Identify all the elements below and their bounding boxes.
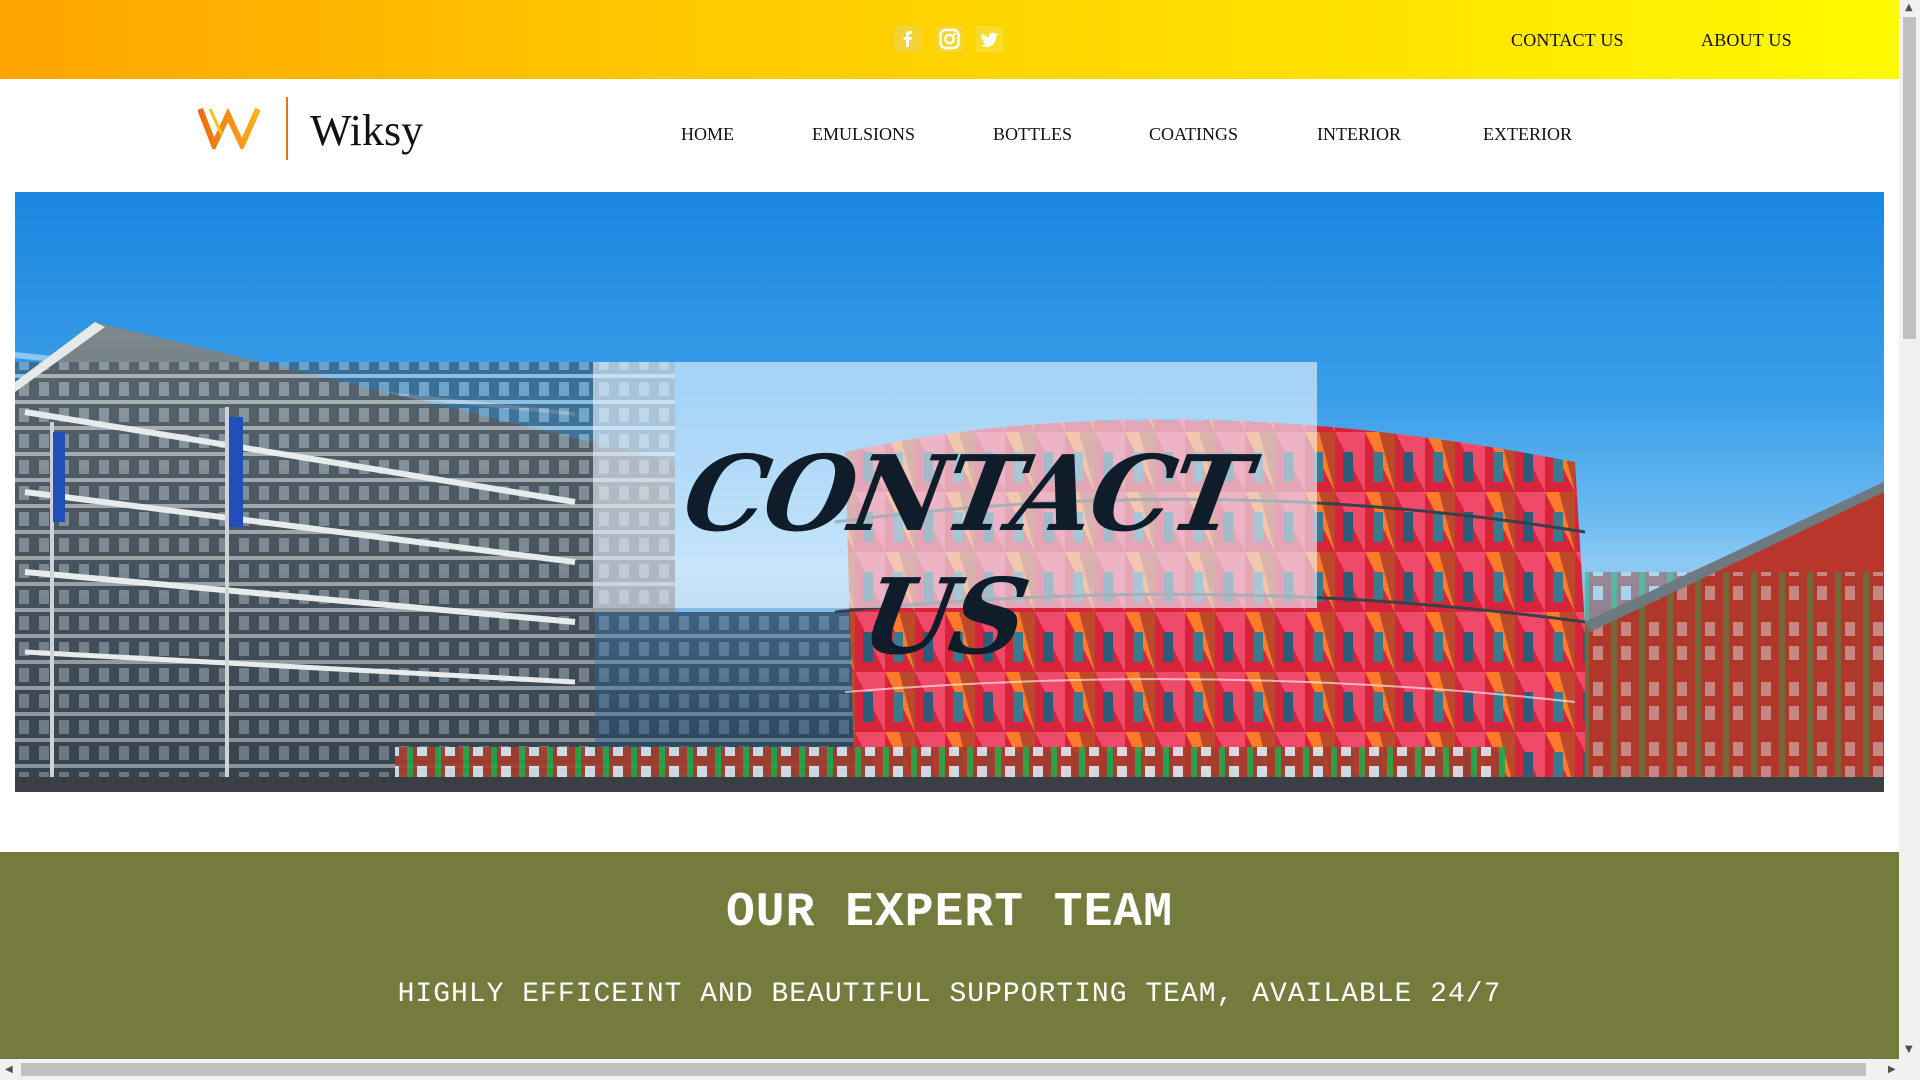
nav-bottles[interactable]: BOTTLES	[993, 124, 1072, 145]
vertical-scroll-thumb[interactable]	[1903, 17, 1916, 339]
logo[interactable]: Wiksy	[198, 97, 428, 161]
team-subtitle: HIGHLY EFFICEINT AND BEAUTIFUL SUPPORTIN…	[397, 979, 1502, 1010]
scroll-down-arrow-icon[interactable]: ▼	[1905, 1045, 1913, 1055]
horizontal-scroll-thumb[interactable]	[21, 1063, 1866, 1076]
nav-emulsions[interactable]: EMULSIONS	[812, 124, 915, 145]
nav-home[interactable]: HOME	[681, 124, 734, 145]
logo-w-icon	[198, 107, 261, 149]
hero-title-box: CONTACT US	[593, 362, 1317, 678]
page: CONTACT US ABOUT US Wiksy HOME EMULSIONS…	[0, 0, 1899, 1059]
twitter-icon[interactable]	[976, 26, 1003, 52]
scroll-up-arrow-icon[interactable]: ▲	[1905, 3, 1913, 13]
instagram-icon[interactable]	[936, 26, 963, 52]
team-section: OUR EXPERT TEAM HIGHLY EFFICEINT AND BEA…	[0, 852, 1899, 1059]
nav-interior[interactable]: INTERIOR	[1317, 124, 1401, 145]
nav-exterior[interactable]: EXTERIOR	[1483, 124, 1572, 145]
logo-divider	[286, 97, 288, 160]
facebook-icon[interactable]	[894, 26, 921, 52]
scroll-right-arrow-icon[interactable]: ▶	[1888, 1065, 1896, 1075]
contact-us-link[interactable]: CONTACT US	[1511, 30, 1624, 51]
nav-coatings[interactable]: COATINGS	[1149, 124, 1238, 145]
brand-name: Wiksy	[310, 106, 424, 155]
hero-banner: CONTACT US	[15, 192, 1884, 792]
scroll-left-arrow-icon[interactable]: ◀	[5, 1065, 13, 1075]
hero-title: CONTACT US	[675, 432, 1257, 678]
about-us-link[interactable]: ABOUT US	[1701, 30, 1792, 51]
team-title: OUR EXPERT TEAM	[725, 886, 1174, 940]
top-bar: CONTACT US ABOUT US	[0, 0, 1899, 79]
